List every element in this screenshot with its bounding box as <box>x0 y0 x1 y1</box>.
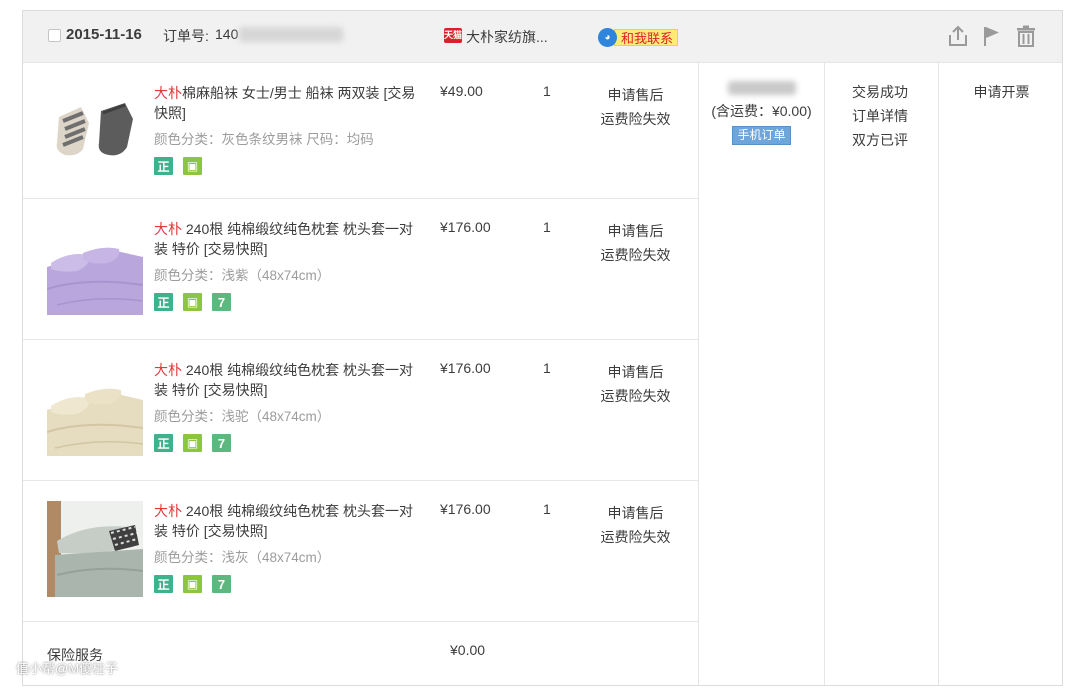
contact-seller-button[interactable]: ◕ 和我联系 <box>598 27 679 47</box>
contact-seller-label: 和我联系 <box>614 28 679 46</box>
shipping-insurance-status: 运费险失效 <box>600 247 671 263</box>
product-title-text: 240根 纯棉缎纹纯色枕套 枕头套一对装 特价 [交易快照] <box>154 362 414 398</box>
product-thumbnail[interactable] <box>47 360 143 456</box>
product-sku: 颜色分类：灰色条纹男袜 尺码：均码 <box>154 132 374 147</box>
product-brand: 大朴 <box>154 362 182 378</box>
product-badges: 正 ▣ <box>154 157 202 175</box>
product-title-link[interactable]: 大朴 240根 纯棉缎纹纯色枕套 枕头套一对装 特价 [交易快照] <box>154 501 416 541</box>
genuine-badge-icon[interactable]: 正 <box>154 575 173 593</box>
product-brand: 大朴 <box>154 85 182 101</box>
order-item-row: 大朴 240根 纯棉缎纹纯色枕套 枕头套一对装 特价 [交易快照] 颜色分类：浅… <box>23 481 698 622</box>
unit-price: ¥176.00 <box>440 219 491 235</box>
insurance-service-price: ¥0.00 <box>450 642 486 658</box>
product-title-link[interactable]: 大朴 240根 纯棉缎纹纯色枕套 枕头套一对装 特价 [交易快照] <box>154 360 416 400</box>
genuine-badge-icon[interactable]: 正 <box>154 157 173 175</box>
product-sku: 颜色分类：浅驼（48x74cm） <box>154 409 331 424</box>
order-item-row: 大朴棉麻船袜 女士/男士 船袜 两双装 [交易快照] 颜色分类：灰色条纹男袜 尺… <box>23 63 698 204</box>
order-card: 2015-11-16 订单号: 140 天猫 大朴家纺旗... ◕ 和我联系 大… <box>22 10 1063 686</box>
quantity: 1 <box>543 83 551 99</box>
unit-price: ¥49.00 <box>440 83 483 99</box>
apply-invoice-link[interactable]: 申请开票 <box>939 80 1064 104</box>
after-sale-cell: 申请售后 运费险失效 <box>593 83 678 131</box>
order-select-checkbox[interactable] <box>48 29 61 42</box>
total-paid-redacted <box>727 81 796 95</box>
apply-after-sale-link[interactable]: 申请售后 <box>593 501 678 525</box>
product-thumbnail[interactable] <box>47 219 143 315</box>
guarantee-badge-icon[interactable]: ▣ <box>183 157 202 175</box>
order-header: 2015-11-16 订单号: 140 天猫 大朴家纺旗... ◕ 和我联系 <box>23 11 1062 63</box>
tmall-icon: 天猫 <box>444 28 462 43</box>
product-title-link[interactable]: 大朴棉麻船袜 女士/男士 船袜 两双装 [交易快照] <box>154 83 416 123</box>
product-thumbnail[interactable] <box>47 83 143 179</box>
order-date: 2015-11-16 <box>66 26 142 43</box>
product-sku: 颜色分类：浅灰（48x74cm） <box>154 550 331 565</box>
quantity: 1 <box>543 360 551 376</box>
unit-price: ¥176.00 <box>440 501 491 517</box>
after-sale-cell: 申请售后 运费险失效 <box>593 360 678 408</box>
trash-icon[interactable] <box>1014 24 1038 48</box>
seven-day-return-icon[interactable]: 7 <box>212 434 231 452</box>
product-sku: 颜色分类：浅紫（48x74cm） <box>154 268 331 283</box>
unit-price: ¥176.00 <box>440 360 491 376</box>
quantity: 1 <box>543 501 551 517</box>
apply-after-sale-link[interactable]: 申请售后 <box>593 219 678 243</box>
after-sale-cell: 申请售后 运费险失效 <box>593 219 678 267</box>
product-title-link[interactable]: 大朴 240根 纯棉缎纹纯色枕套 枕头套一对装 特价 [交易快照] <box>154 219 416 259</box>
guarantee-badge-icon[interactable]: ▣ <box>183 575 202 593</box>
trade-status-text: 交易成功 <box>852 84 908 100</box>
apply-after-sale-link[interactable]: 申请售后 <box>593 360 678 384</box>
product-title-text: 240根 纯棉缎纹纯色枕套 枕头套一对装 特价 [交易快照] <box>154 503 414 539</box>
product-title-text: 240根 纯棉缎纹纯色枕套 枕头套一对装 特价 [交易快照] <box>154 221 414 257</box>
column-divider <box>938 63 939 685</box>
product-title-text: 棉麻船袜 女士/男士 船袜 两双装 [交易快照] <box>154 85 416 121</box>
guarantee-badge-icon[interactable]: ▣ <box>183 434 202 452</box>
product-brand: 大朴 <box>154 503 182 519</box>
watermark: 值小帮@M傻柱子 <box>16 661 119 676</box>
shipping-fee-note: (含运费：¥0.00) <box>711 103 812 119</box>
share-icon[interactable] <box>946 24 970 48</box>
seven-day-return-icon[interactable]: 7 <box>212 293 231 311</box>
order-number: 140 <box>215 26 239 42</box>
guarantee-badge-icon[interactable]: ▣ <box>183 293 202 311</box>
order-details-link[interactable]: 订单详情 <box>852 104 938 128</box>
chat-bubble-icon: ◕ <box>598 27 617 47</box>
genuine-badge-icon[interactable]: 正 <box>154 434 173 452</box>
shipping-insurance-status: 运费险失效 <box>600 529 671 545</box>
invoice-cell: 申请开票 <box>939 63 1064 104</box>
mobile-order-tag: 手机订单 <box>732 126 791 145</box>
review-status-text: 双方已评 <box>852 132 908 148</box>
shop-name-link[interactable]: 大朴家纺旗... <box>466 27 548 47</box>
seven-day-return-icon[interactable]: 7 <box>212 575 231 593</box>
product-badges: 正 ▣ 7 <box>154 575 231 593</box>
column-divider <box>824 63 825 685</box>
order-item-row: 大朴 240根 纯棉缎纹纯色枕套 枕头套一对装 特价 [交易快照] 颜色分类：浅… <box>23 199 698 340</box>
flag-icon[interactable] <box>980 24 1004 48</box>
order-number-label: 订单号: <box>163 28 209 44</box>
shipping-insurance-status: 运费险失效 <box>600 388 671 404</box>
genuine-badge-icon[interactable]: 正 <box>154 293 173 311</box>
order-number-redacted <box>239 27 343 42</box>
trade-status-cell: 交易成功 订单详情 双方已评 <box>825 63 938 152</box>
payment-cell: (含运费：¥0.00) 手机订单 <box>699 63 824 145</box>
after-sale-cell: 申请售后 运费险失效 <box>593 501 678 549</box>
shipping-insurance-status: 运费险失效 <box>600 111 671 127</box>
apply-after-sale-link[interactable]: 申请售后 <box>593 83 678 107</box>
quantity: 1 <box>543 219 551 235</box>
product-thumbnail[interactable] <box>47 501 143 597</box>
product-badges: 正 ▣ 7 <box>154 293 231 311</box>
column-divider <box>698 63 699 685</box>
product-brand: 大朴 <box>154 221 182 237</box>
product-badges: 正 ▣ 7 <box>154 434 231 452</box>
order-item-row: 大朴 240根 纯棉缎纹纯色枕套 枕头套一对装 特价 [交易快照] 颜色分类：浅… <box>23 340 698 481</box>
